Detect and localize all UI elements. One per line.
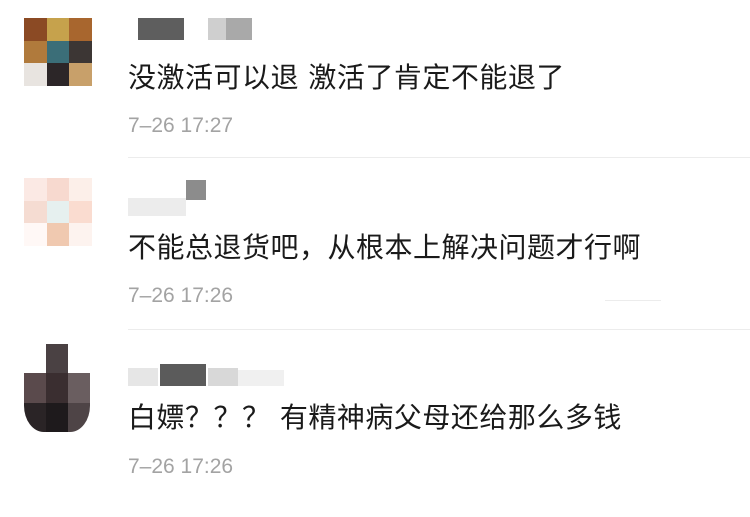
avatar[interactable]: [24, 178, 92, 246]
comment-timestamp: 7–26 17:26: [128, 455, 234, 478]
comment-text: 没激活可以退 激活了肯定不能退了: [128, 61, 565, 94]
comment-text: 不能总退货吧，从根本上解决问题才行啊: [128, 231, 642, 264]
avatar-pixel: [24, 18, 47, 41]
avatar-pixel: [24, 344, 46, 374]
avatar-pixel: [68, 402, 90, 432]
avatar-pixel: [24, 200, 47, 224]
comment-item: 不能总退货吧，从根本上解决问题才行啊 7–26 17:26: [0, 160, 750, 330]
avatar-pixel: [69, 40, 92, 64]
avatar-pixel: [24, 402, 46, 432]
avatar-pixel: [24, 178, 47, 201]
avatar-pixel: [68, 373, 90, 403]
divider: [605, 300, 661, 301]
avatar[interactable]: [24, 18, 92, 86]
avatar[interactable]: [24, 344, 90, 432]
avatar-pixel: [46, 178, 70, 201]
avatar-pixel: [46, 40, 70, 64]
avatar-pixel: [69, 200, 92, 224]
avatar-pixel: [69, 63, 92, 86]
avatar-pixel: [46, 344, 68, 374]
comment-item: 白嫖？？？ 有精神病父母还给那么多钱 7–26 17:26: [0, 330, 750, 517]
avatar-pixel: [46, 63, 70, 86]
avatar-pixel: [68, 344, 90, 374]
username-blurred[interactable]: [128, 18, 268, 40]
avatar-pixel: [24, 373, 46, 403]
username-blurred[interactable]: [128, 180, 228, 216]
avatar-pixel: [46, 18, 70, 41]
avatar-pixel: [69, 18, 92, 41]
avatar-pixel: [46, 200, 70, 224]
comment-item: 没激活可以退 激活了肯定不能退了 7–26 17:27: [0, 0, 750, 160]
comment-text: 白嫖？？？ 有精神病父母还给那么多钱: [128, 401, 622, 434]
comment-timestamp: 7–26 17:27: [128, 114, 234, 137]
username-blurred[interactable]: [128, 364, 288, 386]
avatar-pixel: [24, 223, 47, 246]
avatar-pixel: [46, 373, 68, 403]
avatar-pixel: [24, 63, 47, 86]
avatar-pixel: [69, 223, 92, 246]
avatar-pixel: [69, 178, 92, 201]
divider: [128, 157, 750, 158]
avatar-pixel: [46, 402, 68, 432]
avatar-pixel: [24, 40, 47, 64]
comment-timestamp: 7–26 17:26: [128, 284, 234, 307]
avatar-pixel: [46, 223, 70, 246]
